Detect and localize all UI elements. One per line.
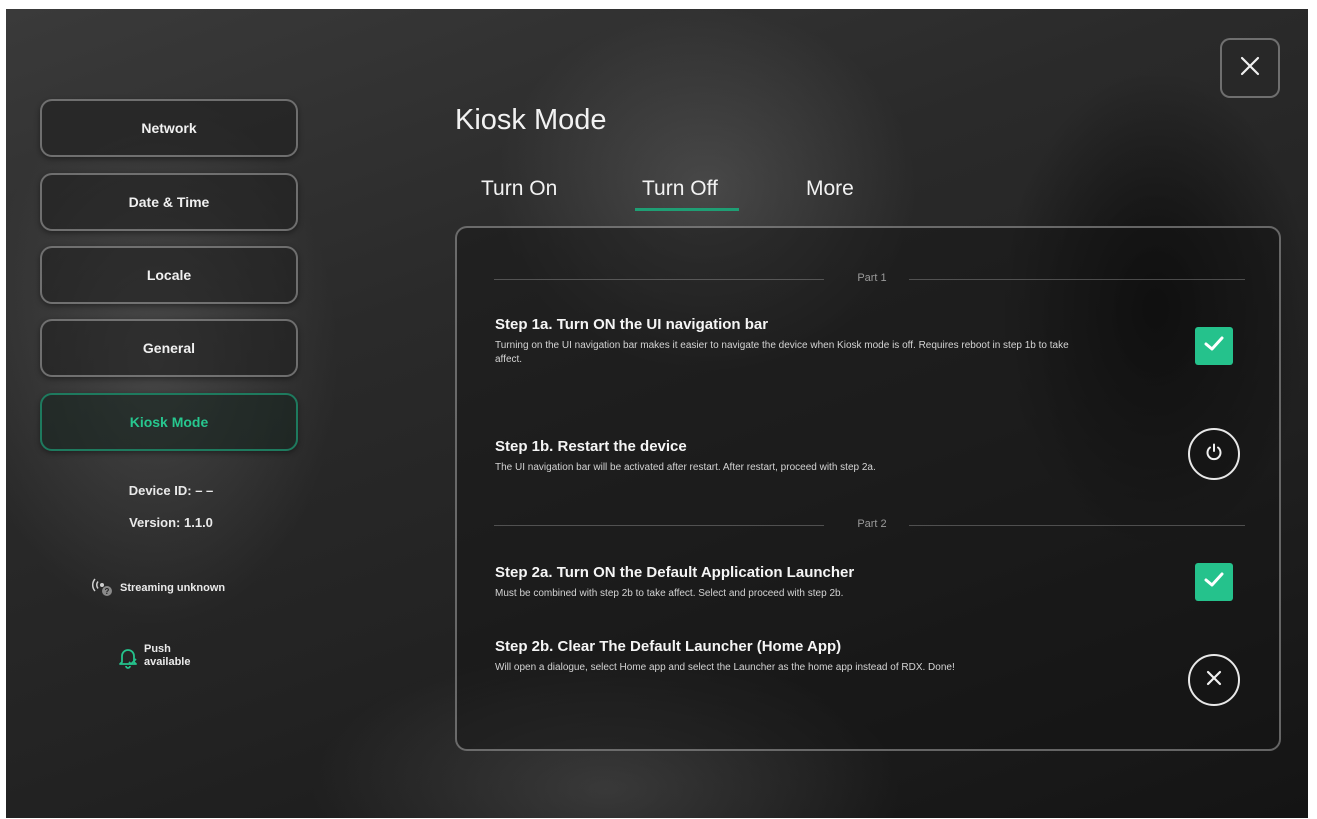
kiosk-settings-screen: Network Date & Time Locale General Kiosk…	[6, 9, 1308, 818]
bell-icon	[118, 647, 138, 672]
sidebar-item-label: Network	[141, 120, 197, 136]
sidebar-item-label: Kiosk Mode	[129, 414, 209, 430]
svg-text:?: ?	[105, 587, 110, 596]
sidebar-item-label: Locale	[146, 267, 192, 283]
device-id-line: Device ID: – –	[6, 483, 336, 498]
sidebar-item-label: General	[142, 340, 196, 356]
streaming-icon: ?	[90, 575, 114, 600]
divider	[909, 525, 1245, 526]
sidebar-item-network[interactable]: Network	[40, 99, 298, 157]
streaming-status-text: Streaming unknown	[120, 581, 226, 594]
close-icon	[1205, 669, 1223, 692]
tab-turn-on[interactable]: Turn On	[481, 177, 557, 201]
sidebar-item-locale[interactable]: Locale	[40, 246, 298, 304]
step-1b-description: The UI navigation bar will be activated …	[495, 462, 876, 473]
tab-turn-off[interactable]: Turn Off	[642, 177, 718, 201]
part-2-label: Part 2	[857, 518, 887, 530]
part-1-label: Part 1	[857, 272, 887, 284]
clear-launcher-button[interactable]	[1188, 654, 1240, 706]
step-2a-checkbox[interactable]	[1195, 563, 1233, 601]
sidebar-item-general[interactable]: General	[40, 319, 298, 377]
version-value: 1.1.0	[184, 515, 213, 530]
steps-panel: Part 1 Step 1a. Turn ON the UI navigatio…	[455, 226, 1281, 751]
restart-button[interactable]	[1188, 428, 1240, 480]
device-id-value: – –	[195, 483, 214, 498]
step-2b-title: Step 2b. Clear The Default Launcher (Hom…	[495, 638, 842, 655]
push-line-1: Push	[144, 643, 171, 655]
step-1a-title: Step 1a. Turn ON the UI navigation bar	[495, 316, 769, 333]
check-icon	[1203, 335, 1225, 358]
active-tab-indicator	[635, 208, 739, 211]
sidebar-item-kiosk-mode[interactable]: Kiosk Mode	[40, 393, 298, 451]
tab-more[interactable]: More	[806, 177, 854, 201]
close-icon	[1239, 55, 1261, 82]
divider	[494, 279, 824, 280]
step-1b-title: Step 1b. Restart the device	[495, 438, 687, 455]
push-line-2: available	[144, 656, 191, 668]
streaming-status: ? Streaming unknown	[90, 575, 225, 600]
close-button[interactable]	[1220, 38, 1280, 98]
push-status-text: Push available	[144, 643, 190, 669]
step-2b-description: Will open a dialogue, select Home app an…	[495, 662, 955, 673]
divider	[494, 525, 824, 526]
sidebar-item-date-time[interactable]: Date & Time	[40, 173, 298, 231]
sidebar-item-label: Date & Time	[128, 194, 210, 210]
push-status: Push available	[118, 643, 190, 672]
version-label: Version:	[129, 515, 181, 530]
step-2a-title: Step 2a. Turn ON the Default Application…	[495, 564, 855, 581]
device-id-label: Device ID:	[128, 483, 192, 498]
power-icon	[1204, 442, 1224, 467]
step-1a-description: Turning on the UI navigation bar makes i…	[495, 340, 1069, 365]
version-line: Version: 1.1.0	[6, 515, 336, 530]
page-title: Kiosk Mode	[455, 104, 607, 136]
step-1a-checkbox[interactable]	[1195, 327, 1233, 365]
step-2a-description: Must be combined with step 2b to take af…	[495, 588, 844, 599]
check-icon	[1203, 571, 1225, 594]
divider	[909, 279, 1245, 280]
